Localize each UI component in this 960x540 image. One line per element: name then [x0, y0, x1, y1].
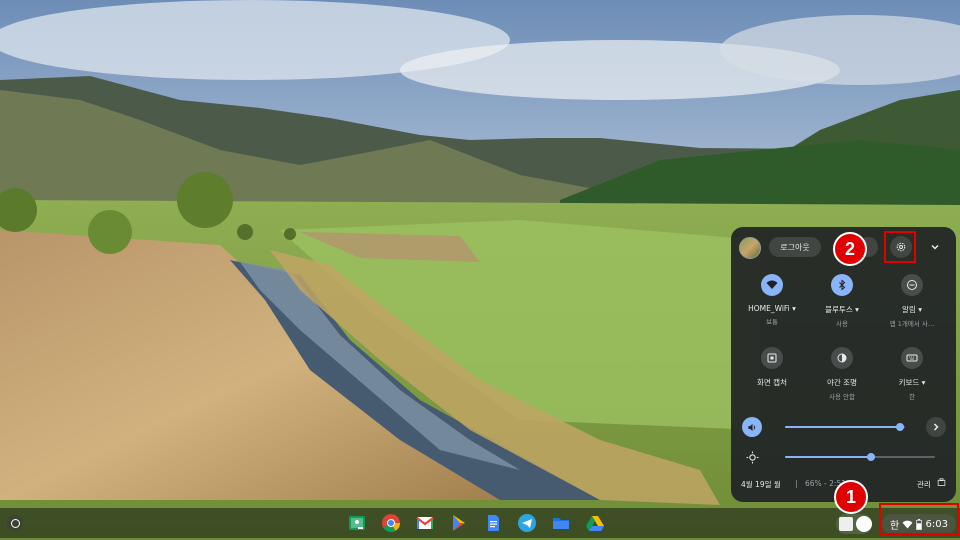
tile-notifications: 알림 ▾ 앱 1개에서 사… — [877, 274, 947, 328]
brightness-icon — [744, 449, 760, 465]
tile-sublabel: 한 — [909, 393, 915, 401]
annotation-marker-1: 1 — [834, 480, 868, 514]
notifications-toggle[interactable] — [901, 274, 923, 296]
app-classroom[interactable] — [346, 512, 368, 534]
tile-label[interactable]: 화면 캡처 — [737, 377, 807, 388]
volume-slider-fill — [785, 426, 901, 428]
bluetooth-toggle[interactable] — [831, 274, 853, 296]
screen-capture-toggle[interactable] — [761, 347, 783, 369]
manage-link[interactable]: 관리 — [917, 479, 931, 490]
chevron-down-icon — [931, 244, 939, 250]
audio-settings-button[interactable] — [926, 417, 946, 437]
play-store-icon — [453, 515, 465, 531]
tile-label[interactable]: 알림 ▾ — [877, 304, 947, 315]
holding-space-thumbnail — [839, 517, 853, 531]
night-light-icon — [837, 353, 847, 363]
night-light-toggle[interactable] — [831, 347, 853, 369]
shelf: 한 6:03 — [0, 508, 960, 538]
pinned-apps — [346, 512, 606, 534]
tile-sublabel: 사용 — [836, 320, 848, 328]
bluetooth-icon — [839, 279, 846, 291]
brightness-slider[interactable] — [785, 453, 935, 461]
telegram-icon — [518, 514, 536, 532]
brightness-slider-fill — [785, 456, 871, 458]
tile-sublabel: 앱 1개에서 사… — [889, 320, 935, 328]
brightness-slider-thumb[interactable] — [866, 453, 875, 461]
app-files[interactable] — [550, 512, 572, 534]
gmail-icon — [416, 517, 434, 529]
volume-slider[interactable] — [785, 423, 905, 431]
tile-keyboard: 키보드 ▾ 한 — [877, 347, 947, 401]
chrome-icon — [382, 514, 400, 533]
docs-icon — [488, 515, 499, 531]
tile-label[interactable]: HOME_WiFi ▾ — [737, 304, 807, 313]
avatar[interactable] — [739, 237, 761, 259]
files-icon — [553, 518, 569, 529]
collapse-button[interactable] — [927, 239, 943, 255]
holding-space-icon — [856, 516, 872, 532]
keyboard-toggle[interactable] — [901, 347, 923, 369]
tile-sublabel: 보통 — [766, 318, 778, 326]
screen-capture-icon — [767, 353, 777, 363]
tile-label[interactable]: 블루투스 ▾ — [807, 304, 877, 315]
app-telegram[interactable] — [516, 512, 538, 534]
app-play-store[interactable] — [448, 512, 470, 534]
wifi-toggle[interactable] — [761, 274, 783, 296]
wifi-icon — [766, 280, 778, 289]
managed-icon — [937, 478, 946, 489]
keyboard-icon — [906, 354, 918, 362]
footer-separator: | — [795, 479, 798, 488]
tile-screen-capture: 화면 캡처 — [737, 347, 807, 391]
tile-bluetooth: 블루투스 ▾ 사용 — [807, 274, 877, 328]
launcher-button[interactable] — [7, 515, 23, 531]
app-docs[interactable] — [482, 512, 504, 534]
speaker-icon — [747, 423, 755, 431]
date-label[interactable]: 4월 19일 월 — [741, 479, 781, 490]
tile-night-light: 야간 조명 사용 안함 — [807, 347, 877, 401]
tile-label[interactable]: 키보드 ▾ — [877, 377, 947, 388]
classroom-icon — [349, 516, 365, 530]
app-drive[interactable] — [584, 512, 606, 534]
annotation-highlight-status-area — [879, 503, 959, 535]
do-not-disturb-icon — [907, 280, 917, 290]
holding-space[interactable] — [836, 514, 872, 534]
tile-label[interactable]: 야간 조명 — [807, 377, 877, 388]
app-chrome[interactable] — [380, 512, 402, 534]
chevron-right-icon — [933, 423, 939, 431]
drive-icon — [586, 516, 604, 531]
tile-wifi: HOME_WiFi ▾ 보통 — [737, 274, 807, 326]
signout-button[interactable]: 로그아웃 — [769, 237, 821, 257]
volume-slider-thumb[interactable] — [896, 423, 905, 431]
annotation-highlight-settings — [884, 231, 916, 263]
launcher-icon — [10, 518, 20, 528]
quick-settings-panel: 로그아웃 HOME_WiFi ▾ 보통 블루투스 ▾ 사용 알림 ▾ 앱 1개에… — [731, 227, 956, 502]
app-gmail[interactable] — [414, 512, 436, 534]
mute-button[interactable] — [742, 417, 762, 437]
annotation-marker-2: 2 — [833, 232, 867, 266]
tile-sublabel: 사용 안함 — [829, 393, 855, 401]
